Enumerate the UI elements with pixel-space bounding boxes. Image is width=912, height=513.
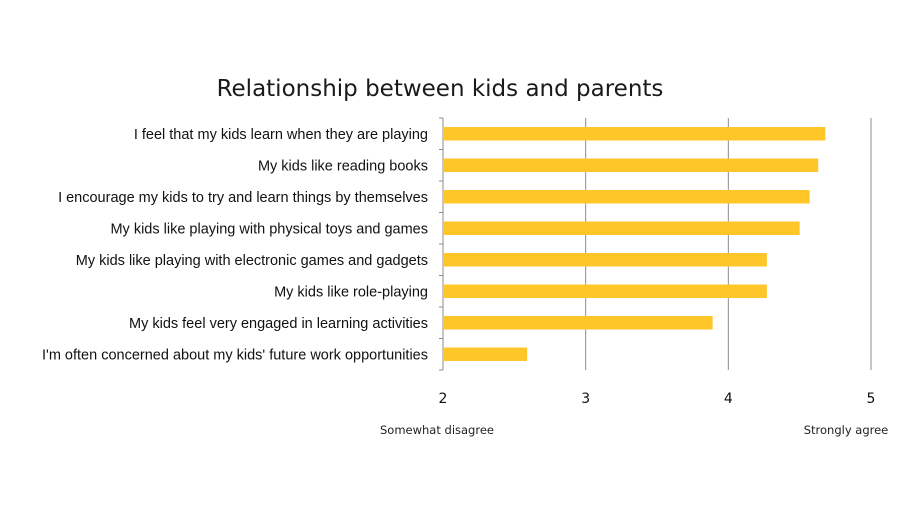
category-label-7: My kids feel very engaged in learning ac… <box>129 316 428 332</box>
x-axis-ticks: 2 3 4 5 <box>439 391 876 407</box>
bars-layer <box>443 127 826 361</box>
bar-6 <box>443 284 767 298</box>
category-label-3: I encourage my kids to try and learn thi… <box>58 190 428 206</box>
category-labels: I feel that my kids learn when they are … <box>42 127 428 364</box>
grid-layer <box>439 117 872 371</box>
category-label-1: I feel that my kids learn when they are … <box>134 127 428 143</box>
x-tick-label-2: 2 <box>439 391 448 407</box>
bar-4 <box>443 221 800 235</box>
chart-title: Relationship between kids and parents <box>217 76 664 102</box>
x-tick-label-3: 3 <box>581 391 590 407</box>
x-anchor-low-label: Somewhat disagree <box>380 423 494 437</box>
x-tick-label-4: 4 <box>724 391 733 407</box>
bar-1 <box>443 127 826 141</box>
x-tick-label-5: 5 <box>867 391 876 407</box>
category-label-4: My kids like playing with physical toys … <box>110 221 428 237</box>
category-label-8: I'm often concerned about my kids' futur… <box>42 347 428 363</box>
bar-5 <box>443 253 767 267</box>
category-label-5: My kids like playing with electronic gam… <box>76 253 428 269</box>
category-label-6: My kids like role-playing <box>274 284 428 300</box>
bar-7 <box>443 316 713 330</box>
bar-chart: Relationship between kids and parents I … <box>42 76 889 437</box>
x-anchor-high-label: Strongly agree <box>804 423 889 437</box>
category-label-2: My kids like reading books <box>258 158 428 174</box>
bar-3 <box>443 190 810 204</box>
bar-2 <box>443 158 819 172</box>
bar-8 <box>443 347 528 361</box>
